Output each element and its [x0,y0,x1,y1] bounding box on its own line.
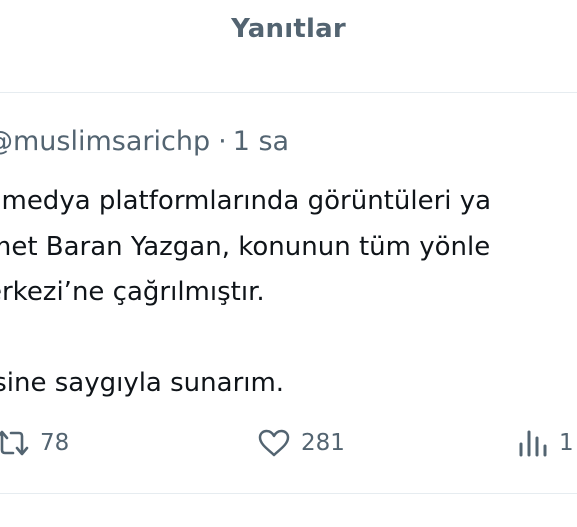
tweet-text-line: isine saygıyla sunarım. [0,368,285,398]
tweet-text-line: erkezi’ne çağrılmıştır. [0,277,265,307]
analytics-icon [517,428,549,458]
views-count: 1 [559,430,574,456]
like-count: 281 [301,430,345,456]
page-title: Yanıtlar [231,14,346,44]
reply-tweet[interactable]: @muslimsarichp · 1 sa l medya platformları… [0,93,577,494]
replies-header: Yanıtlar [0,0,577,93]
tweet-text-line [0,316,491,362]
tweet-text-line: l medya platformlarında görüntüleri ya [0,186,492,216]
like-button[interactable]: 281 [257,423,345,463]
repost-count: 78 [40,430,70,456]
views-button[interactable]: 1 [517,423,574,463]
meta-separator: · [218,126,227,157]
tweet-timestamp[interactable]: 1 sa [233,126,289,157]
tweet-meta: @muslimsarichp · 1 sa [0,125,289,159]
tweet-actions: 78 281 1 [0,423,577,463]
repost-button[interactable]: 78 [0,423,69,463]
replies-page: Yanıtlar @muslimsarichp · 1 sa l medya pla… [0,0,577,527]
author-handle[interactable]: @muslimsarichp [0,126,210,157]
tweet-text: l medya platformlarında görüntüleri ya m… [0,179,491,407]
repost-icon [0,428,30,458]
tweet-text-line: met Baran Yazgan, konunun tüm yönle [0,231,491,262]
heart-icon [257,428,291,458]
